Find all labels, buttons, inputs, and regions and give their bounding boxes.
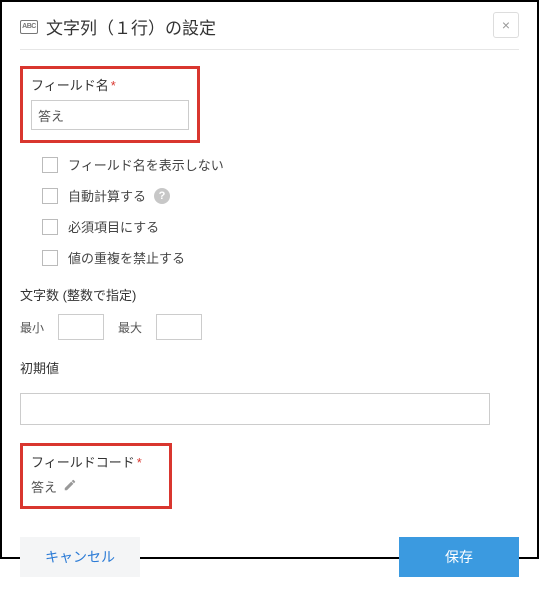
- checkbox-icon[interactable]: [42, 219, 58, 235]
- min-input[interactable]: [58, 314, 104, 340]
- hide-label-option[interactable]: フィールド名を表示しない: [42, 155, 519, 174]
- required-text: 必須項目にする: [68, 217, 159, 236]
- auto-calc-option[interactable]: 自動計算する ?: [42, 186, 519, 205]
- field-name-input[interactable]: [31, 100, 189, 130]
- field-name-group: フィールド名*: [20, 66, 200, 143]
- checkbox-icon[interactable]: [42, 250, 58, 266]
- hide-label-text: フィールド名を表示しない: [68, 155, 224, 174]
- field-code-value: 答え: [31, 477, 57, 496]
- close-icon: ×: [502, 17, 510, 33]
- max-input[interactable]: [156, 314, 202, 340]
- edit-icon[interactable]: [63, 478, 77, 495]
- help-icon[interactable]: ?: [154, 188, 170, 204]
- field-code-group: フィールドコード* 答え: [20, 443, 172, 509]
- checkbox-icon[interactable]: [42, 188, 58, 204]
- field-name-label: フィールド名*: [31, 75, 189, 94]
- field-code-label: フィールドコード*: [31, 452, 161, 471]
- cancel-button[interactable]: キャンセル: [20, 537, 140, 577]
- dialog-header: ABC 文字列（１行）の設定 ×: [20, 2, 519, 50]
- dialog-title: 文字列（１行）の設定: [46, 14, 216, 39]
- max-label: 最大: [118, 319, 142, 336]
- close-button[interactable]: ×: [493, 12, 519, 38]
- checkbox-icon[interactable]: [42, 157, 58, 173]
- min-label: 最小: [20, 319, 44, 336]
- required-option[interactable]: 必須項目にする: [42, 217, 519, 236]
- initial-value-label: 初期値: [20, 358, 519, 377]
- initial-value-input[interactable]: [20, 393, 490, 425]
- save-button[interactable]: 保存: [399, 537, 519, 577]
- auto-calc-text: 自動計算する: [68, 186, 146, 205]
- unique-text: 値の重複を禁止する: [68, 248, 185, 267]
- unique-option[interactable]: 値の重複を禁止する: [42, 248, 519, 267]
- char-count-row: 最小 最大: [20, 314, 519, 340]
- text-field-icon: ABC: [20, 20, 38, 34]
- dialog-footer: キャンセル 保存: [20, 537, 519, 577]
- char-count-label: 文字数 (整数で指定): [20, 285, 519, 304]
